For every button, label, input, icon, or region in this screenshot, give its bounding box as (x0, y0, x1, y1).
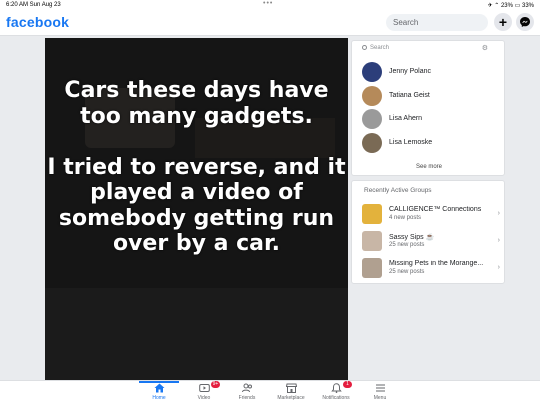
create-button[interactable]: + (494, 13, 512, 31)
video-icon (198, 384, 210, 392)
marketplace-icon (285, 383, 297, 393)
group-image (362, 231, 382, 251)
group-image (362, 204, 382, 224)
tab-video[interactable]: 9+ Video (184, 381, 224, 405)
chevron-right-icon: › (497, 264, 500, 271)
tab-label: Home (152, 395, 166, 401)
notifications-badge: 1 (343, 381, 352, 388)
messenger-button[interactable] (516, 13, 534, 31)
facebook-logo[interactable]: facebook (6, 14, 69, 30)
search-input[interactable]: Search (386, 14, 488, 31)
bottom-navigation: Home 9+ Video Friends Marketplace 1 Noti… (0, 380, 540, 405)
multitask-dots[interactable]: ••• (263, 0, 273, 7)
tab-home[interactable]: Home (139, 381, 179, 405)
group-posts-count: 25 new posts (389, 269, 425, 275)
contact-name: Tatiana Geist (389, 92, 430, 99)
contact-name: Jenny Polanc (389, 68, 432, 75)
tab-label: Friends (238, 395, 256, 401)
status-bar: 6:20 AM Sun Aug 23 ••• ✈ ⌃ 23% ▭ 33% (0, 0, 540, 10)
video-badge: 9+ (211, 381, 220, 388)
avatar (362, 109, 382, 129)
tab-notifications[interactable]: 1 Notifications (316, 381, 356, 405)
status-indicators: ✈ ⌃ 23% ▭ 33% (487, 3, 534, 9)
group-item[interactable]: CALLIGENCE™ Connections 4 new posts › (362, 204, 502, 224)
messenger-icon (520, 17, 530, 27)
avatar (362, 133, 382, 153)
contact-item[interactable]: Lisa Lemoske (362, 133, 502, 153)
home-icon (154, 383, 164, 393)
tab-label: Notifications (322, 395, 350, 401)
group-name: Sassy Sips ☕ (389, 234, 435, 241)
top-header: facebook Search + (0, 10, 540, 36)
contact-item[interactable]: Lisa Ahern (362, 109, 502, 129)
contact-item[interactable]: Jenny Polanc (362, 62, 502, 82)
plus-icon: + (498, 14, 508, 30)
friends-icon (241, 383, 252, 393)
group-item[interactable]: Sassy Sips ☕ 25 new posts › (362, 231, 502, 251)
status-time: 6:20 AM Sun Aug 23 (6, 2, 61, 8)
group-item[interactable]: Missing Pets in the Morange... 25 new po… (362, 258, 502, 278)
background-street (45, 288, 348, 380)
avatar (362, 62, 382, 82)
search-icon (362, 45, 367, 50)
tab-label: Menu (373, 395, 387, 401)
post-caption: Cars these days have too many gadgets. I … (47, 78, 346, 256)
menu-icon (375, 384, 385, 392)
group-name: Missing Pets in the Morange... (389, 260, 484, 267)
contact-name: Lisa Lemoske (389, 139, 433, 146)
groups-panel: Recently Active Groups CALLIGENCE™ Conne… (351, 180, 505, 284)
settings-gear-icon[interactable]: ⚙ (482, 44, 488, 52)
post-image[interactable]: Cars these days have too many gadgets. I … (45, 38, 348, 380)
group-image (362, 258, 382, 278)
tab-friends[interactable]: Friends (227, 383, 267, 405)
tab-menu[interactable]: Menu (360, 383, 400, 405)
tab-label: Marketplace (277, 395, 305, 401)
contacts-panel: Search ⚙ Jenny Polanc Tatiana Geist Lisa… (351, 40, 505, 176)
tab-marketplace[interactable]: Marketplace (271, 383, 311, 405)
contacts-search[interactable]: Search (362, 45, 389, 51)
bell-icon (330, 383, 342, 393)
group-name: CALLIGENCE™ Connections (389, 206, 482, 213)
chevron-right-icon: › (497, 237, 500, 244)
contacts-search-placeholder: Search (370, 45, 390, 52)
contact-name: Lisa Ahern (389, 115, 423, 122)
group-posts-count: 25 new posts (389, 242, 425, 248)
groups-title: Recently Active Groups (364, 187, 432, 194)
avatar (362, 86, 382, 106)
contact-item[interactable]: Tatiana Geist (362, 86, 502, 106)
tab-label: Video (197, 395, 211, 401)
see-more-button[interactable]: See more (352, 164, 506, 170)
chevron-right-icon: › (497, 210, 500, 217)
group-posts-count: 4 new posts (389, 215, 422, 221)
